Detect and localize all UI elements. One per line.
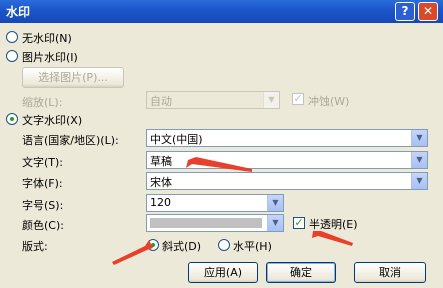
diagonal-label: 斜式(D) [162, 240, 202, 253]
language-label: 语言(国家/地区)(L): [22, 134, 119, 147]
close-button[interactable]: ✕ [418, 2, 438, 21]
text-watermark-radio[interactable] [6, 113, 18, 125]
font-value: 宋体 [150, 176, 172, 189]
help-button[interactable]: ? [395, 2, 415, 21]
chevron-down-icon: ▼ [411, 173, 427, 189]
no-watermark-label: 无水印(N) [22, 32, 72, 45]
chevron-down-icon: ▼ [411, 130, 427, 146]
washout-label: 冲蚀(W) [308, 95, 350, 108]
semi-transparent-label: 半透明(E) [309, 218, 358, 231]
chevron-down-icon: ▼ [267, 215, 283, 231]
scale-value: 自动 [150, 95, 172, 108]
chevron-down-icon: ▼ [411, 152, 427, 168]
text-label: 文字(T): [22, 156, 64, 169]
ok-button[interactable]: 确定 [266, 262, 336, 283]
color-swatch [150, 218, 262, 228]
chevron-down-icon: ▼ [263, 92, 279, 108]
cancel-button[interactable]: 取消 [354, 262, 426, 283]
language-value: 中文(中国) [150, 133, 203, 146]
text-value: 草稿 [150, 155, 172, 168]
picture-watermark-radio[interactable] [6, 50, 18, 62]
text-select[interactable]: 草稿 ▼ [146, 151, 428, 169]
text-watermark-label: 文字水印(X) [22, 114, 83, 127]
horizontal-label: 水平(H) [233, 240, 272, 253]
horizontal-radio[interactable] [218, 239, 230, 251]
size-label: 字号(S): [22, 199, 64, 212]
select-picture-button[interactable]: 选择图片(P)... [22, 67, 124, 88]
apply-button[interactable]: 应用(A) [188, 262, 258, 283]
scale-select[interactable]: 自动 ▼ [146, 91, 280, 109]
window-title: 水印 [6, 5, 31, 19]
size-value: 120 [150, 196, 171, 209]
washout-checkbox[interactable]: ✓ [292, 93, 304, 105]
no-watermark-radio[interactable] [6, 31, 18, 43]
picture-watermark-label: 图片水印(I) [22, 51, 78, 64]
title-bar: 水印 ? ✕ [0, 0, 443, 23]
color-label: 颜色(C): [22, 219, 64, 232]
font-label: 字体(F): [22, 177, 63, 190]
diagonal-radio[interactable] [147, 239, 159, 251]
scale-label: 缩放(L): [22, 96, 63, 109]
layout-label: 版式: [22, 240, 48, 253]
color-select[interactable]: ▼ [146, 214, 284, 232]
size-select[interactable]: 120 ▼ [146, 194, 284, 212]
language-select[interactable]: 中文(中国) ▼ [146, 129, 428, 147]
chevron-down-icon: ▼ [267, 195, 283, 211]
semi-transparent-checkbox[interactable]: ✓ [293, 217, 305, 229]
annotation-arrow-transparency [312, 231, 353, 246]
font-select[interactable]: 宋体 ▼ [146, 172, 428, 190]
